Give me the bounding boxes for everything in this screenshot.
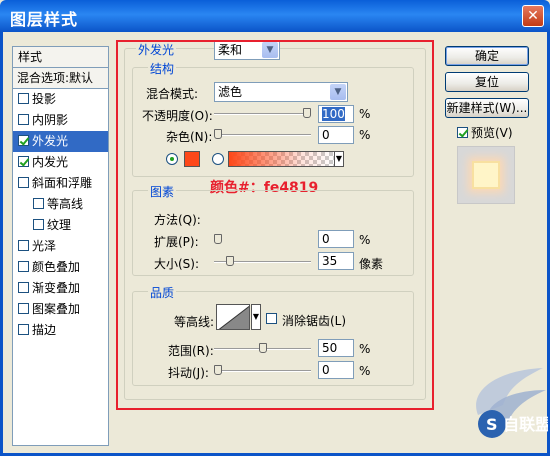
style-item-label: 渐变叠加 [32, 281, 81, 295]
style-item-checkbox[interactable] [18, 282, 29, 293]
style-item-label: 内阴影 [32, 113, 69, 127]
style-item[interactable]: 等高线 [13, 194, 108, 215]
style-item-checkbox[interactable] [33, 219, 44, 230]
ok-button[interactable]: 确定 [445, 46, 529, 66]
close-button[interactable]: ✕ [522, 5, 544, 27]
close-icon: ✕ [527, 8, 539, 24]
blend-options-item[interactable]: 混合选项:默认 [13, 68, 108, 89]
style-item-label: 斜面和浮雕 [32, 176, 93, 190]
preview-swatch [472, 161, 500, 189]
preview-checkbox[interactable] [457, 127, 468, 138]
style-item[interactable]: 纹理 [13, 215, 108, 236]
style-item-label: 图案叠加 [32, 302, 81, 316]
style-item-checkbox[interactable] [18, 324, 29, 335]
new-style-button[interactable]: 新建样式(W)... [445, 98, 529, 118]
style-item-label: 描边 [32, 323, 57, 337]
style-item-label: 纹理 [47, 218, 72, 232]
watermark-text: S 自联盟 [486, 415, 548, 434]
watermark-logo: S 自联盟 [476, 368, 548, 438]
style-preview [457, 146, 515, 204]
style-item[interactable]: 光泽 [13, 236, 108, 257]
reset-button[interactable]: 复位 [445, 72, 529, 92]
style-item-checkbox[interactable] [18, 135, 29, 146]
style-item-label: 等高线 [47, 197, 84, 211]
style-item[interactable]: 图案叠加 [13, 299, 108, 320]
style-items: 投影内阴影外发光内发光斜面和浮雕等高线纹理光泽颜色叠加渐变叠加图案叠加描边 [13, 89, 108, 341]
style-item[interactable]: 投影 [13, 89, 108, 110]
style-item-label: 投影 [32, 92, 57, 106]
style-item-label: 外发光 [32, 134, 69, 148]
style-item-label: 内发光 [32, 155, 69, 169]
style-item[interactable]: 斜面和浮雕 [13, 173, 108, 194]
style-item-checkbox[interactable] [18, 240, 29, 251]
highlight-box [116, 40, 434, 410]
window-title: 图层样式 [10, 10, 79, 29]
style-item-checkbox[interactable] [33, 198, 44, 209]
style-list: 样式 混合选项:默认 投影内阴影外发光内发光斜面和浮雕等高线纹理光泽颜色叠加渐变… [12, 46, 109, 446]
style-item-checkbox[interactable] [18, 93, 29, 104]
style-item-label: 颜色叠加 [32, 260, 81, 274]
style-item[interactable]: 外发光 [13, 131, 108, 152]
style-item[interactable]: 内阴影 [13, 110, 108, 131]
style-item[interactable]: 渐变叠加 [13, 278, 108, 299]
style-item[interactable]: 颜色叠加 [13, 257, 108, 278]
style-item[interactable]: 描边 [13, 320, 108, 341]
title-bar: 图层样式 ✕ [0, 0, 550, 32]
style-item-checkbox[interactable] [18, 303, 29, 314]
preview-toggle[interactable]: 预览(V) [457, 124, 513, 141]
style-item[interactable]: 内发光 [13, 152, 108, 173]
style-item-checkbox[interactable] [18, 177, 29, 188]
style-item-checkbox[interactable] [18, 261, 29, 272]
style-item-checkbox[interactable] [18, 156, 29, 167]
style-item-label: 光泽 [32, 239, 57, 253]
style-item-checkbox[interactable] [18, 114, 29, 125]
style-list-header[interactable]: 样式 [13, 47, 108, 68]
preview-label: 预览(V) [471, 126, 513, 140]
